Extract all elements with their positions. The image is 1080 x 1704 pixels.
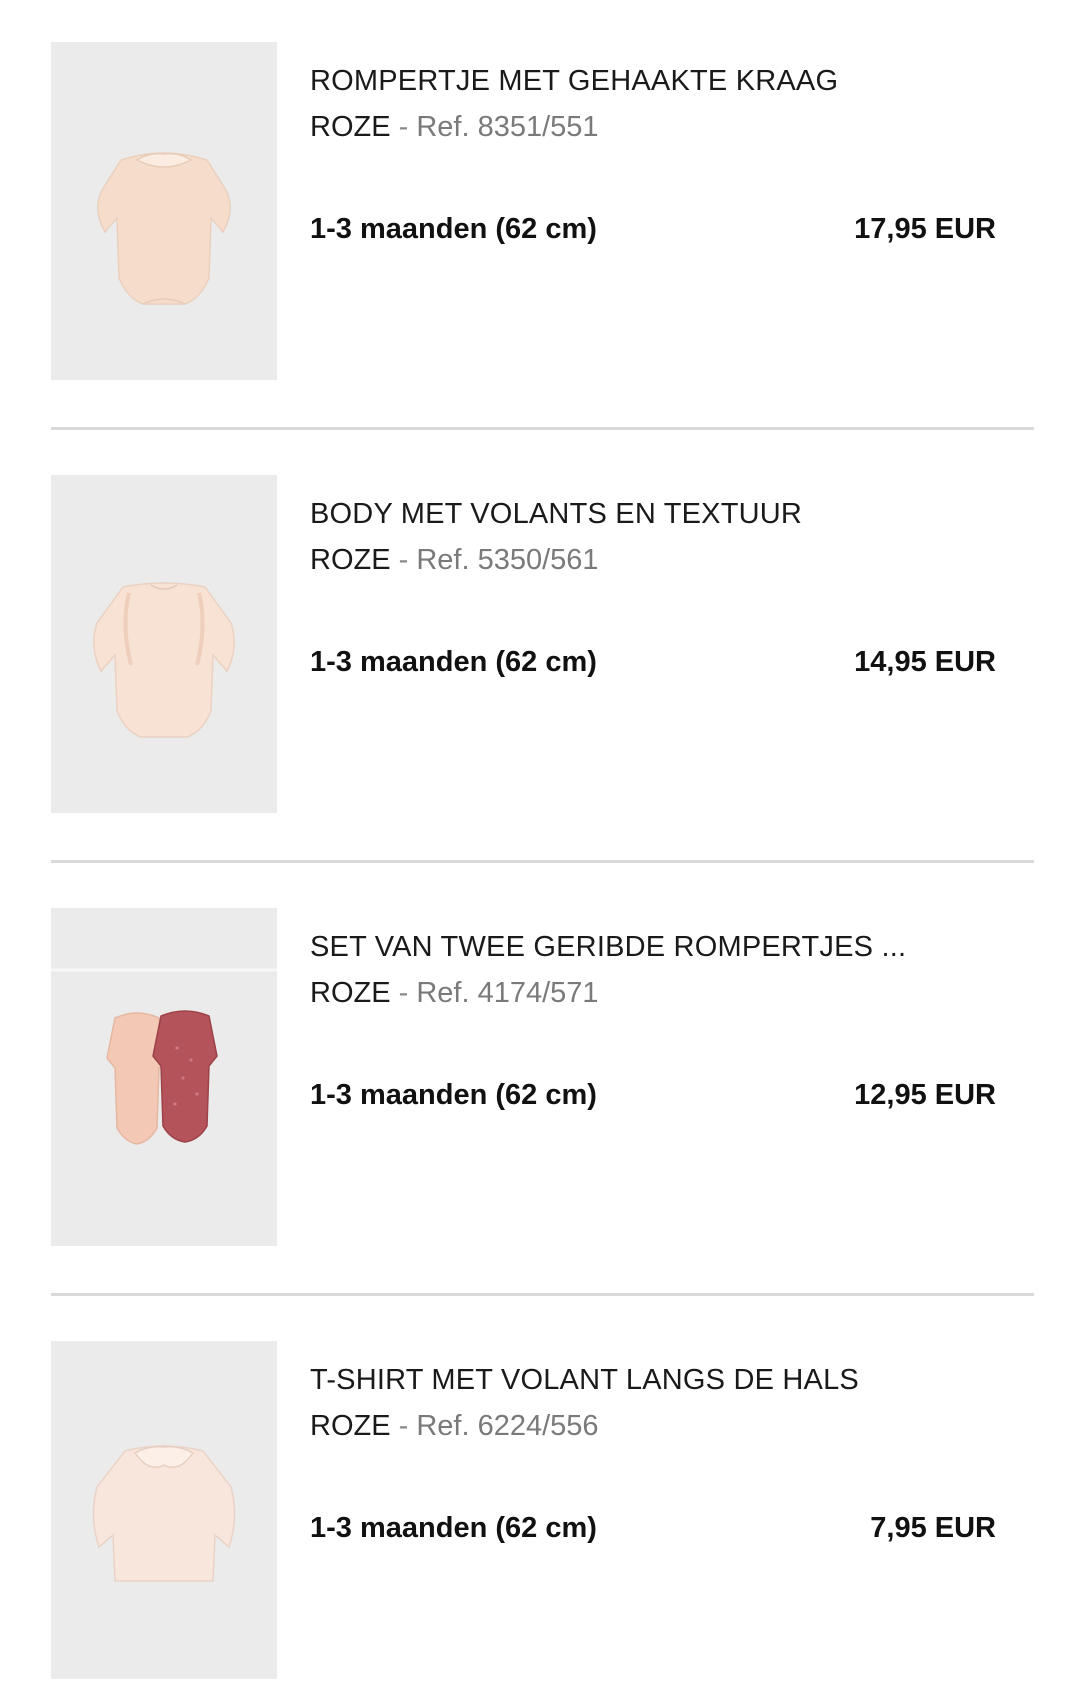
product-price: 17,95 EUR — [854, 213, 996, 245]
cart-item[interactable]: BODY MET VOLANTS EN TEXTUUR ROZE - Ref. … — [0, 433, 1080, 813]
cart-item[interactable]: SET VAN TWEE GERIBDE ROMPERTJES ... ROZE… — [0, 866, 1080, 1246]
product-title[interactable]: BODY MET VOLANTS EN TEXTUUR — [310, 497, 802, 531]
product-meta: ROZE - Ref. 8351/551 — [310, 110, 599, 144]
product-image[interactable] — [51, 475, 277, 813]
romper-collar-icon — [97, 152, 231, 305]
product-price: 14,95 EUR — [854, 646, 996, 678]
tshirt-collar-icon — [92, 1445, 236, 1582]
cart-item[interactable]: T-SHIRT MET VOLANT LANGS DE HALS ROZE - … — [0, 1299, 1080, 1679]
meta-separator: - — [398, 544, 409, 576]
product-image[interactable] — [51, 908, 277, 1246]
product-color: ROZE — [310, 1410, 391, 1442]
product-color: ROZE — [310, 977, 391, 1009]
divider — [51, 1293, 1034, 1296]
meta-separator: - — [398, 1410, 409, 1442]
meta-separator: - — [398, 111, 409, 143]
product-ref: Ref. 8351/551 — [416, 111, 599, 143]
body-ruffles-icon — [93, 582, 235, 738]
two-rompers-icon — [51, 968, 277, 1145]
divider — [51, 860, 1034, 863]
product-ref: Ref. 6224/556 — [416, 1410, 599, 1442]
product-meta: ROZE - Ref. 6224/556 — [310, 1409, 599, 1443]
product-price: 12,95 EUR — [854, 1079, 996, 1111]
product-image[interactable] — [51, 1341, 277, 1679]
product-meta: ROZE - Ref. 5350/561 — [310, 543, 599, 577]
cart-item[interactable]: ROMPERTJE MET GEHAAKTE KRAAG ROZE - Ref.… — [0, 0, 1080, 380]
product-size: 1-3 maanden (62 cm) — [310, 646, 597, 678]
product-meta: ROZE - Ref. 4174/571 — [310, 976, 599, 1010]
product-title[interactable]: SET VAN TWEE GERIBDE ROMPERTJES ... — [310, 930, 906, 964]
divider — [51, 427, 1034, 430]
product-size: 1-3 maanden (62 cm) — [310, 1079, 597, 1111]
product-price: 7,95 EUR — [870, 1512, 996, 1544]
product-title[interactable]: ROMPERTJE MET GEHAAKTE KRAAG — [310, 64, 838, 98]
product-title[interactable]: T-SHIRT MET VOLANT LANGS DE HALS — [310, 1363, 859, 1397]
product-color: ROZE — [310, 544, 391, 576]
product-size: 1-3 maanden (62 cm) — [310, 213, 597, 245]
meta-separator: - — [398, 977, 409, 1009]
product-size: 1-3 maanden (62 cm) — [310, 1512, 597, 1544]
product-ref: Ref. 5350/561 — [416, 544, 599, 576]
product-color: ROZE — [310, 111, 391, 143]
product-ref: Ref. 4174/571 — [416, 977, 599, 1009]
product-image[interactable] — [51, 42, 277, 380]
